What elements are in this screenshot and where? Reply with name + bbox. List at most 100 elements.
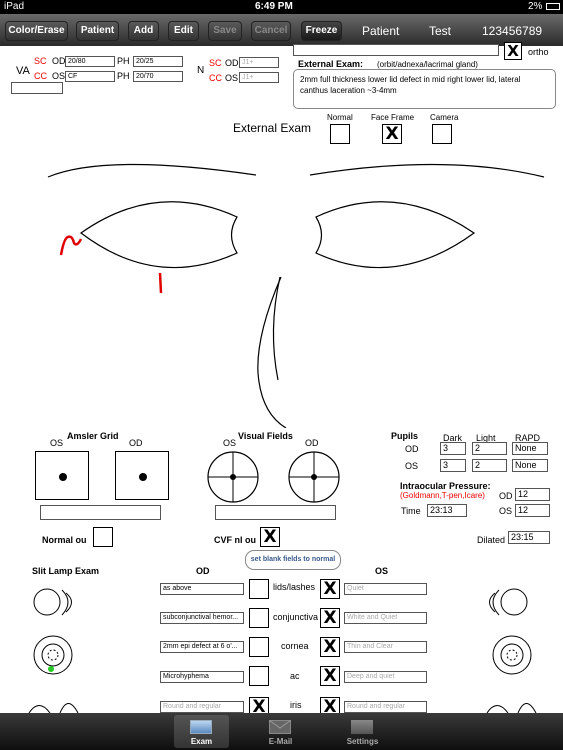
row-label-lids-lashes: lids/lashes [273, 582, 316, 592]
amsler-od-grid[interactable] [115, 451, 169, 500]
near-sc-label: SC [209, 58, 222, 68]
normal-option-checkbox[interactable] [330, 124, 350, 144]
pupils-od-dark-field[interactable]: 3 [440, 442, 466, 455]
pupils-os-rapd-field[interactable]: None [512, 459, 548, 472]
amsler-os-label: OS [50, 438, 64, 448]
pupils-os-label: OS [405, 461, 419, 471]
camera-option-checkbox[interactable] [432, 124, 452, 144]
amsler-od-dot [139, 473, 147, 481]
ph-label: PH [117, 71, 130, 81]
va-sc-od-field[interactable]: 20/80 [65, 56, 115, 67]
tab-email[interactable]: E-Mail [253, 715, 308, 748]
od-lids-field[interactable]: as above [160, 583, 244, 595]
od-conjunctiva-checkbox[interactable] [249, 608, 269, 628]
pupils-os-light-field[interactable]: 2 [472, 459, 507, 472]
os-lids-checkbox[interactable]: X [320, 579, 340, 599]
cc-label: CC [34, 71, 47, 81]
cvf-checkbox[interactable]: X [260, 527, 280, 547]
nose-line-right [257, 276, 287, 429]
amsler-notes-field[interactable] [40, 505, 161, 520]
od-cornea-checkbox[interactable] [249, 637, 269, 657]
toolbar: Color/Erase Patient Add Edit Save Cancel… [0, 14, 563, 46]
face-frame-option-checkbox[interactable]: X [382, 124, 402, 144]
va-cc-os-field[interactable]: CF [65, 71, 115, 82]
patient-button[interactable]: Patient [76, 21, 119, 41]
vf-od-label: OD [305, 438, 319, 448]
tab-settings[interactable]: Settings [335, 715, 390, 748]
set-blank-normal-button[interactable]: set blank fields to normal [245, 550, 341, 570]
face-frame-canvas[interactable] [46, 155, 546, 429]
near-os-field[interactable]: J1+ [239, 72, 279, 83]
os-ac-checkbox[interactable]: X [320, 666, 340, 686]
add-button[interactable]: Add [128, 21, 159, 41]
os-cornea-field[interactable]: Thin and Clear [344, 641, 427, 653]
od-lids-checkbox[interactable] [249, 579, 269, 599]
vf-os-diagram[interactable] [205, 451, 261, 503]
external-exam-note[interactable]: 2mm full thickness lower lid defect in m… [293, 69, 556, 109]
mail-icon [269, 720, 291, 734]
normal-option-label: Normal [327, 113, 353, 122]
od-lids-diagram-icon [33, 588, 72, 616]
edit-button[interactable]: Edit [168, 21, 199, 41]
battery-percent: 2% [528, 1, 543, 12]
slit-lamp-od-label: OD [196, 566, 210, 576]
dilated-time-field[interactable]: 23:15 [508, 531, 550, 544]
vf-od-diagram[interactable] [286, 451, 342, 503]
laceration-annotation [59, 235, 83, 256]
os-lens-diagram-icon [486, 703, 537, 713]
pupils-od-light-field[interactable]: 2 [472, 442, 507, 455]
left-brow-line [309, 163, 545, 178]
near-od-field[interactable]: J1+ [239, 57, 279, 68]
vf-notes-field[interactable] [215, 505, 336, 520]
iop-title: Intraocular Pressure: [400, 481, 491, 491]
od-iris-field[interactable]: Round and regular [160, 701, 244, 713]
settings-icon [351, 720, 373, 734]
cancel-button[interactable]: Cancel [251, 21, 291, 41]
tab-exam[interactable]: Exam [174, 715, 229, 748]
od-ac-field[interactable]: Microhyphema [160, 671, 244, 683]
va-ph-os-field[interactable]: 20/70 [133, 71, 183, 82]
os-conjunctiva-checkbox[interactable]: X [320, 608, 340, 628]
os-cornea-checkbox[interactable]: X [320, 637, 340, 657]
save-button[interactable]: Save [208, 21, 242, 41]
iop-time-field[interactable]: 23:13 [427, 504, 467, 517]
od-conjunctiva-field[interactable]: subconjunctival hemor... [160, 612, 244, 624]
ph-label: PH [117, 56, 130, 66]
os-cornea-diagram-icon [492, 635, 532, 675]
patient-id: 123456789 [482, 24, 543, 38]
ortho-label: ortho [528, 47, 549, 57]
va-extra-field[interactable] [11, 82, 63, 94]
pupils-os-dark-field[interactable]: 3 [440, 459, 466, 472]
os-iris-field[interactable]: Round and regular [344, 701, 427, 713]
os-lids-diagram-icon [489, 588, 528, 616]
amsler-od-label: OD [129, 438, 143, 448]
iop-od-field[interactable]: 12 [515, 488, 550, 501]
iop-od-label: OD [499, 491, 513, 501]
external-exam-subtitle: (orbit/adnexa/lacrimal gland) [377, 60, 478, 69]
tab-exam-label: Exam [190, 737, 213, 746]
tab-email-label: E-Mail [268, 737, 293, 746]
color-erase-button[interactable]: Color/Erase [5, 21, 68, 41]
external-top-field[interactable] [293, 44, 499, 56]
device-name: iPad [4, 1, 25, 12]
va-ph-od-field[interactable]: 20/25 [133, 56, 183, 67]
amsler-normal-checkbox[interactable] [93, 527, 113, 547]
visual-fields-title: Visual Fields [238, 431, 293, 441]
os-ac-field[interactable]: Deep and quiet [344, 671, 427, 683]
os-lids-field[interactable]: Quiet [344, 583, 427, 595]
slit-lamp-title: Slit Lamp Exam [32, 566, 100, 576]
iop-os-field[interactable]: 12 [515, 504, 550, 517]
os-conjunctiva-field[interactable]: White and Quiet [344, 612, 427, 624]
freeze-button[interactable]: Freeze [301, 21, 342, 41]
amsler-os-grid[interactable] [35, 451, 89, 500]
od-lens-diagram-icon [28, 703, 79, 713]
tab-bar: Exam E-Mail Settings [0, 713, 563, 750]
face-frame-drawing [47, 163, 545, 429]
od-cornea-field[interactable]: 2mm epi defect at 6 o'... [160, 641, 244, 653]
pupils-od-rapd-field[interactable]: None [512, 442, 548, 455]
right-eye-outline [79, 201, 238, 269]
lid-defect-annotation [158, 272, 163, 294]
od-ac-checkbox[interactable] [249, 666, 269, 686]
ortho-checkbox[interactable]: X [504, 42, 522, 60]
pupils-title: Pupils [391, 431, 419, 441]
